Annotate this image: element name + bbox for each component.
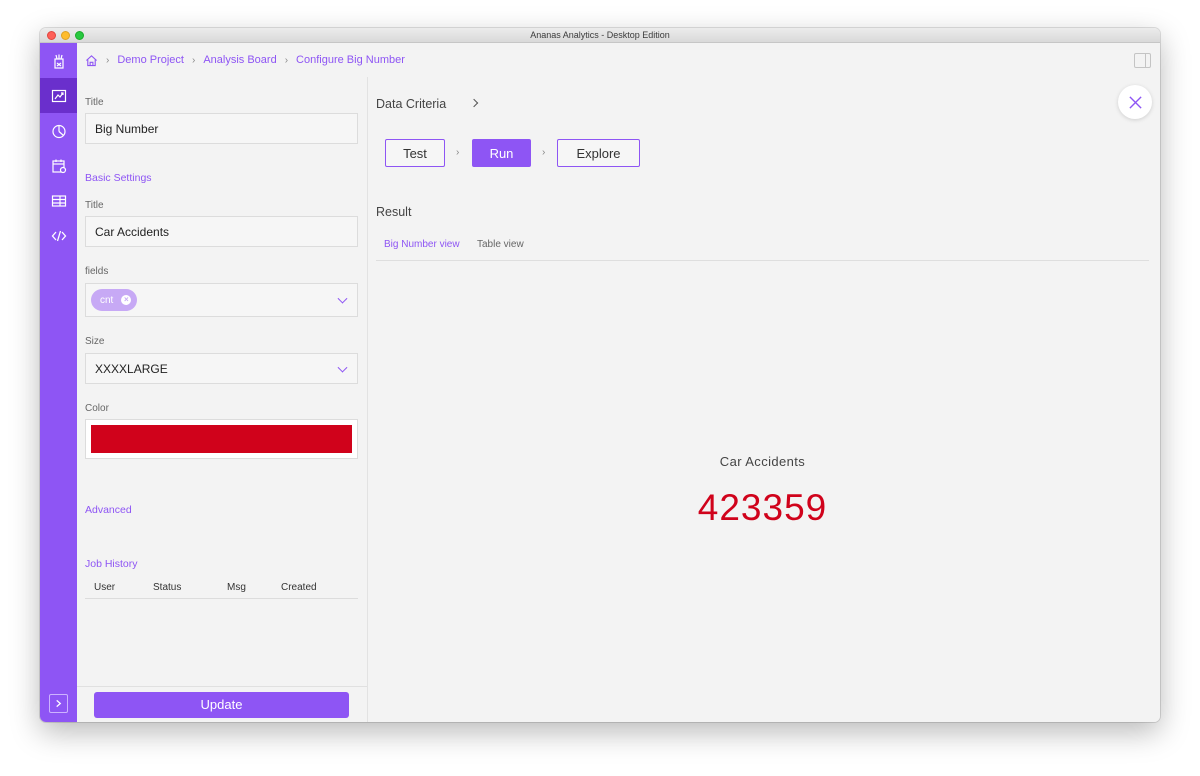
update-button[interactable]: Update <box>94 692 349 718</box>
breadcrumb-item-configure-big-number[interactable]: Configure Big Number <box>296 54 405 66</box>
close-icon <box>1128 95 1142 109</box>
breadcrumb-separator: › <box>191 54 196 66</box>
code-icon <box>51 230 66 241</box>
step-separator: › <box>456 147 460 158</box>
sidebar-item-analysis-board[interactable] <box>40 78 77 113</box>
chevron-right-icon[interactable] <box>469 98 479 108</box>
sidebar-item-scheduler[interactable] <box>40 148 77 183</box>
job-history-heading: Job History <box>85 558 138 570</box>
breadcrumb-item-demo-project[interactable]: Demo Project <box>117 54 184 66</box>
close-button[interactable] <box>1118 85 1152 119</box>
big-number-value: 423359 <box>697 487 828 528</box>
fields-select[interactable]: cnt × <box>85 283 358 317</box>
chevron-down-icon[interactable] <box>337 293 348 304</box>
column-header-created: Created <box>281 582 317 593</box>
title-bar: Ananas Analytics - Desktop Edition <box>40 28 1160 43</box>
column-header-status: Status <box>153 582 182 593</box>
color-swatch <box>91 425 352 453</box>
color-picker[interactable] <box>85 419 358 459</box>
test-button[interactable]: Test <box>385 139 445 167</box>
calendar-icon <box>51 159 66 173</box>
update-bar: Update <box>77 686 367 722</box>
result-tabs: Big Number view Table view <box>376 239 1149 261</box>
big-number-title: Car Accidents <box>719 454 806 469</box>
result-heading: Result <box>376 205 412 219</box>
breadcrumb-item-analysis-board[interactable]: Analysis Board <box>203 54 276 66</box>
size-select[interactable]: XXXXLARGE <box>85 353 358 384</box>
advanced-link[interactable]: Advanced <box>85 504 132 516</box>
column-header-user: User <box>94 582 116 593</box>
results-panel: Data Criteria Test › Run › Explore Resul… <box>368 77 1160 722</box>
breadcrumb: › Demo Project › Analysis Board › Config… <box>77 43 1160 77</box>
sidebar-item-charts[interactable] <box>40 113 77 148</box>
run-button[interactable]: Run <box>472 139 531 167</box>
table-icon <box>51 194 66 207</box>
fields-label: fields <box>85 266 109 277</box>
sidebar <box>40 43 77 722</box>
step-separator: › <box>542 147 546 158</box>
inner-title-label: Title <box>85 200 104 211</box>
breadcrumb-separator: › <box>284 54 289 66</box>
field-chip-cnt: cnt × <box>91 289 138 311</box>
inner-title-input[interactable]: Car Accidents <box>85 216 358 247</box>
basic-settings-link[interactable]: Basic Settings <box>85 172 152 184</box>
home-icon[interactable] <box>85 54 98 67</box>
size-label: Size <box>85 336 105 347</box>
panel-toggle-icon[interactable] <box>1134 53 1151 68</box>
app-window: Ananas Analytics - Desktop Edition › Dem… <box>40 28 1160 722</box>
chip-remove-icon[interactable]: × <box>121 295 132 305</box>
window-title: Ananas Analytics - Desktop Edition <box>530 30 670 40</box>
column-header-msg: Msg <box>227 582 246 593</box>
chevron-right-icon <box>56 699 62 708</box>
logo-icon <box>53 54 64 69</box>
window-maximize-button[interactable] <box>75 31 84 40</box>
sidebar-item-logo[interactable] <box>40 43 77 78</box>
config-panel: Title Big Number Basic Settings Title Ca… <box>77 77 368 722</box>
size-value: XXXXLARGE <box>95 361 168 376</box>
chevron-down-icon[interactable] <box>337 362 348 373</box>
color-label: Color <box>85 403 109 414</box>
sidebar-item-tables[interactable] <box>40 183 77 218</box>
window-close-button[interactable] <box>47 31 56 40</box>
tab-table-view[interactable]: Table view <box>477 239 524 250</box>
window-minimize-button[interactable] <box>61 31 70 40</box>
field-chip-label: cnt <box>100 294 114 306</box>
title-input[interactable]: Big Number <box>85 113 358 144</box>
tab-big-number-view[interactable]: Big Number view <box>384 239 460 250</box>
explore-button[interactable]: Explore <box>557 139 640 167</box>
job-history-table-header: User Status Msg Created <box>85 579 358 599</box>
sidebar-item-code[interactable] <box>40 218 77 253</box>
data-criteria-heading[interactable]: Data Criteria <box>376 97 446 111</box>
pie-chart-icon <box>51 124 66 138</box>
title-label: Title <box>85 97 104 108</box>
breadcrumb-separator: › <box>106 54 110 66</box>
sidebar-expand-button[interactable] <box>49 694 68 713</box>
analysis-board-icon <box>51 89 66 102</box>
